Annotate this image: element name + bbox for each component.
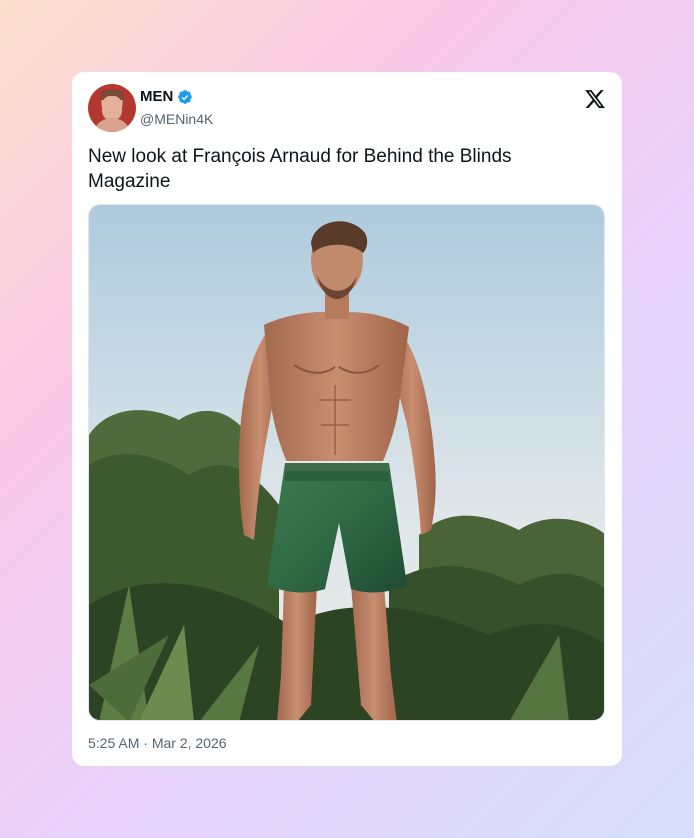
tweet-photo[interactable] <box>88 204 605 721</box>
tweet-card: MEN @MENin4K New look at François Arnaud… <box>72 72 622 766</box>
tweet-time: 5:25 AM <box>88 735 140 751</box>
timestamp-separator: · <box>143 735 148 751</box>
verified-badge-icon <box>178 89 193 104</box>
author-avatar[interactable] <box>88 84 136 132</box>
photo-illustration <box>89 205 604 720</box>
tweet-timestamp[interactable]: 5:25 AM · Mar 2, 2026 <box>88 735 227 751</box>
tweet-text: New look at François Arnaud for Behind t… <box>88 146 512 192</box>
author-name[interactable]: MEN <box>140 88 173 105</box>
x-logo-icon[interactable] <box>584 88 606 110</box>
tweet-date: Mar 2, 2026 <box>151 735 227 751</box>
avatar-shoulders <box>92 118 132 132</box>
avatar-face <box>102 96 122 120</box>
tweet-header: MEN @MENin4K <box>88 84 608 134</box>
author-name-row: MEN <box>140 88 193 105</box>
author-handle[interactable]: @MENin4K <box>140 111 213 127</box>
